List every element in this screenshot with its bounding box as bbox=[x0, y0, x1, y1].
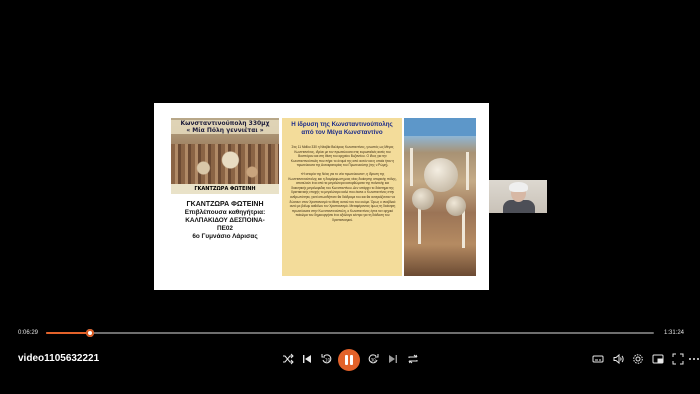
school-name: 6ο Γυμνάσιο Λάρισας bbox=[192, 233, 258, 240]
total-time: 1:31:24 bbox=[664, 330, 685, 336]
thumbnail-caption: ΓΚΑΝΤΖΩΡΑ ΦΩΤΕΙΝΗ bbox=[171, 184, 279, 194]
rewind-10-icon[interactable]: 10 bbox=[319, 351, 335, 367]
pause-icon bbox=[350, 355, 353, 365]
article-title: Η ίδρυση της Κωνσταντινούπολης από τον Μ… bbox=[291, 121, 393, 136]
hagia-sophia-photo bbox=[404, 118, 476, 276]
seek-bar-handle[interactable] bbox=[86, 329, 95, 337]
supervisor-name: ΚΑΛΠΑΚΙΔΟΥ ΔΕΣΠΟΙΝΑ- bbox=[185, 217, 265, 224]
title-thumbnail: Κωνσταντινούπολη 330μχ « Μία Πόλη γεννιέ… bbox=[171, 118, 279, 194]
thumbnail-title-line2: « Μία Πόλη γεννιέται » bbox=[186, 127, 264, 134]
subtitles-icon[interactable] bbox=[590, 351, 606, 367]
supervisor-code: ΠΕ02 bbox=[217, 225, 233, 232]
main-dome bbox=[424, 158, 458, 192]
pause-button[interactable] bbox=[338, 349, 360, 371]
sea-area bbox=[404, 118, 476, 136]
city-illustration bbox=[171, 144, 279, 184]
previous-icon[interactable] bbox=[299, 351, 315, 367]
thumbnail-title-line1: Κωνσταντινούπολη 330μχ bbox=[180, 120, 270, 127]
more-icon[interactable] bbox=[686, 351, 700, 367]
settings-icon[interactable] bbox=[630, 351, 646, 367]
seek-bar[interactable] bbox=[46, 332, 654, 334]
webcam-overlay bbox=[489, 180, 547, 213]
side-dome bbox=[446, 196, 466, 216]
miniplayer-icon[interactable] bbox=[650, 351, 666, 367]
svg-text:30: 30 bbox=[371, 358, 377, 363]
video-title: video1105632221 bbox=[18, 353, 100, 364]
minaret bbox=[418, 206, 421, 244]
volume-icon[interactable] bbox=[610, 351, 626, 367]
repeat-icon[interactable] bbox=[405, 351, 421, 367]
minaret bbox=[410, 148, 413, 186]
author-name: ΓΚΑΝΤΖΩΡΑ ΦΩΤΕΙΝΗ bbox=[186, 201, 264, 208]
article-body: Στις 11 Μαΐου 330 η Νέαβία Βαλέριος Κωνσ… bbox=[288, 145, 397, 223]
minaret bbox=[466, 152, 469, 190]
thumbnail-title: Κωνσταντινούπολη 330μχ « Μία Πόλη γεννιέ… bbox=[171, 120, 279, 134]
next-icon[interactable] bbox=[385, 351, 401, 367]
forward-30-icon[interactable]: 30 bbox=[365, 351, 381, 367]
minaret bbox=[462, 210, 465, 248]
author-block: ΓΚΑΝΤΖΩΡΑ ΦΩΤΕΙΝΗ Επιβλέπουσα καθηγήτρια… bbox=[169, 201, 281, 241]
article-panel: Η ίδρυση της Κωνσταντινούπολης από τον Μ… bbox=[282, 118, 402, 276]
seek-bar-progress bbox=[46, 332, 91, 334]
shuffle-icon[interactable] bbox=[280, 351, 296, 367]
fullscreen-icon[interactable] bbox=[670, 351, 686, 367]
side-dome bbox=[412, 188, 434, 210]
svg-text:10: 10 bbox=[325, 358, 331, 363]
current-time: 0:06:29 bbox=[18, 330, 39, 336]
presenter-hair bbox=[509, 182, 528, 192]
article-paragraph-2: «Η ιστορία της Νέας για το νέα πρωτεύουσ… bbox=[288, 171, 397, 222]
supervisor-label: Επιβλέπουσα καθηγήτρια: bbox=[184, 209, 266, 216]
article-paragraph-1: Στις 11 Μαΐου 330 η Νέαβία Βαλέριος Κωνσ… bbox=[290, 145, 395, 168]
video-slide: Κωνσταντινούπολη 330μχ « Μία Πόλη γεννιέ… bbox=[154, 103, 489, 290]
pause-icon bbox=[345, 355, 348, 365]
